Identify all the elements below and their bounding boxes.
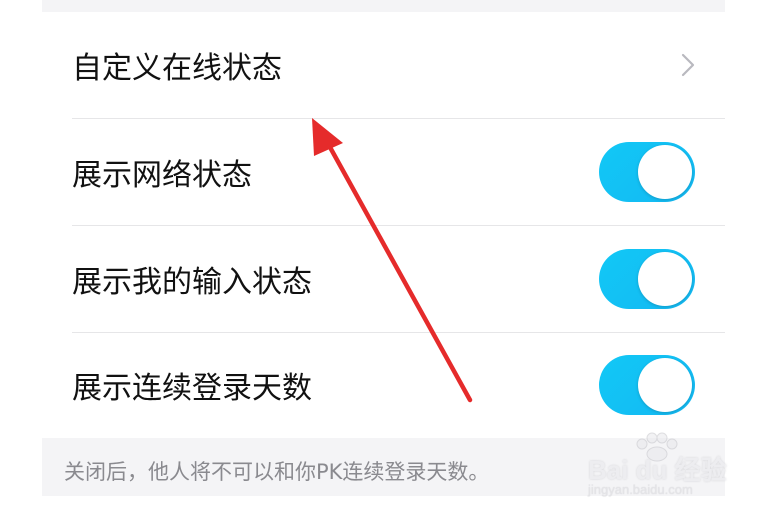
toggle-show-login-streak[interactable] bbox=[599, 355, 695, 415]
row-label-show-login-streak: 展示连续登录天数 bbox=[72, 371, 312, 406]
row-show-typing-status: 展示我的输入状态 bbox=[42, 226, 725, 332]
settings-group: 自定义在线状态 展示网络状态 展示我的输入状态 展示连续登录天数 bbox=[42, 12, 725, 438]
baidu-jingyan-watermark: Bai du 经验 jingyan.baidu.com bbox=[588, 432, 738, 502]
row-label-custom-online-status: 自定义在线状态 bbox=[72, 51, 282, 86]
row-label-show-network-status: 展示网络状态 bbox=[72, 158, 252, 193]
toggle-knob bbox=[638, 358, 692, 412]
settings-footnote: 关闭后，他人将不可以和你PK连续登录天数。 bbox=[64, 460, 490, 484]
row-show-login-streak: 展示连续登录天数 bbox=[42, 332, 725, 438]
toggle-show-typing-status[interactable] bbox=[599, 249, 695, 309]
watermark-domain: jingyan.baidu.com bbox=[588, 482, 693, 497]
toggle-knob bbox=[638, 252, 692, 306]
row-custom-online-status[interactable]: 自定义在线状态 bbox=[42, 12, 725, 118]
chevron-right-icon bbox=[681, 53, 695, 77]
toggle-show-network-status[interactable] bbox=[599, 142, 695, 202]
row-label-show-typing-status: 展示我的输入状态 bbox=[72, 265, 312, 300]
toggle-knob bbox=[638, 145, 692, 199]
row-show-network-status: 展示网络状态 bbox=[42, 119, 725, 225]
